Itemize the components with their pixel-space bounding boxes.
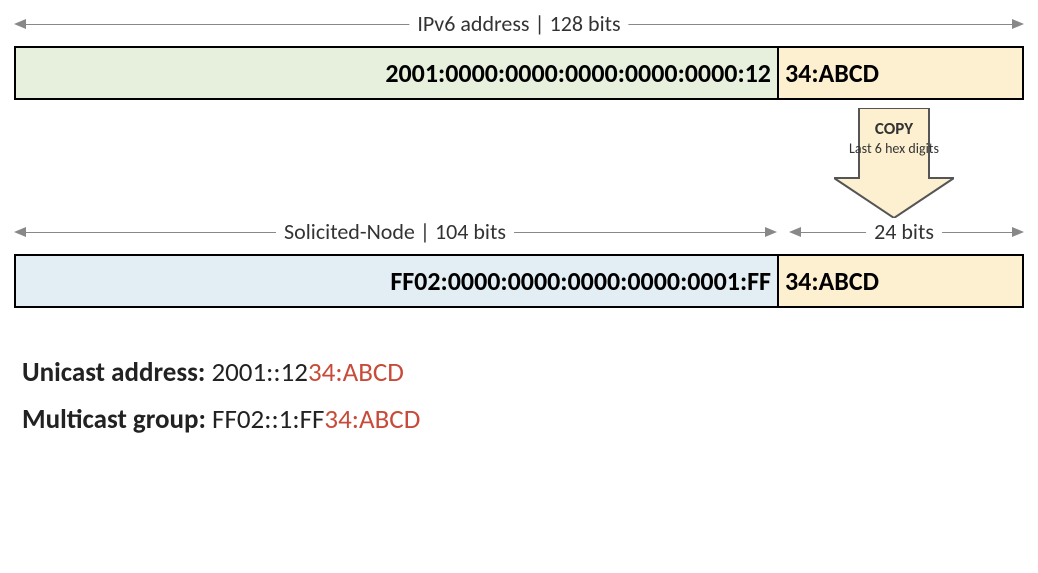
arrow-left-icon (14, 227, 26, 237)
unicast-red: 34:ABCD (308, 356, 404, 389)
ipv6-prefix-cell: 2001:0000:0000:0000:0000:0000:12 (16, 48, 779, 98)
solicited-prefix-cell: FF02:0000:0000:0000:0000:0001:FF (16, 256, 779, 306)
unicast-label: Unicast address: (22, 356, 211, 389)
top-bracket: IPv6 address | 128 bits (14, 10, 1024, 38)
solicited-suffix-cell: 34:ABCD (779, 256, 1022, 306)
multicast-label: Multicast group: (22, 403, 212, 436)
summary-section: Unicast address: 2001::1234:ABCD Multica… (22, 356, 1024, 436)
arrow-left-icon (14, 19, 26, 29)
arrow-right-icon (1012, 19, 1024, 29)
multicast-line: Multicast group: FF02::1:FF34:ABCD (22, 403, 1024, 436)
solicited-node-label: Solicited-Node | 104 bits (276, 218, 514, 245)
unicast-black: 2001::12 (211, 356, 308, 389)
multicast-black: FF02::1:FF (212, 403, 324, 436)
bottom-bracket-row: Solicited-Node | 104 bits 24 bits (14, 218, 1024, 246)
unicast-line: Unicast address: 2001::1234:ABCD (22, 356, 1024, 389)
copy-arrow-section: COPY Last 6 hex digits (14, 108, 1024, 218)
arrow-right-icon (765, 227, 777, 237)
solicited-node-bar: FF02:0000:0000:0000:0000:0001:FF 34:ABCD (14, 254, 1024, 308)
multicast-red: 34:ABCD (324, 403, 420, 436)
copy-arrow-icon (834, 108, 954, 218)
top-bracket-label: IPv6 address | 128 bits (409, 10, 628, 37)
arrow-right-icon (1012, 227, 1024, 237)
bits24-label: 24 bits (866, 218, 942, 245)
ipv6-address-bar: 2001:0000:0000:0000:0000:0000:12 34:ABCD (14, 46, 1024, 100)
ipv6-suffix-cell: 34:ABCD (779, 48, 1022, 98)
arrow-left-icon (789, 227, 801, 237)
